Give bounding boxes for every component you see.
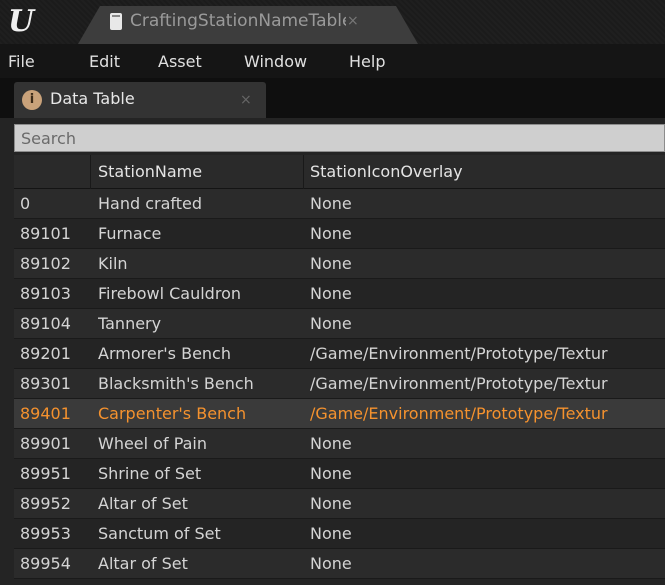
table-row[interactable]: 89954 Altar of Set None [14,549,665,579]
station-name-cell: Sanctum of Set [98,524,221,543]
station-name-cell: Altar of Set [98,554,188,573]
station-name-cell: Shrine of Set [98,464,202,483]
table-row[interactable]: 89901 Wheel of Pain None [14,429,665,459]
station-name-cell: Blacksmith's Bench [98,374,254,393]
menu-bar: File Edit Asset Window Help [0,44,665,78]
station-icon-overlay-cell: None [310,314,352,333]
tab-data-table[interactable]: i Data Table × [14,82,266,118]
station-icon-overlay-cell: None [310,194,352,213]
column-divider[interactable] [303,155,304,189]
menu-asset[interactable]: Asset [158,52,202,71]
station-icon-overlay-cell: /Game/Environment/Prototype/Textur [310,374,608,393]
table-row[interactable]: 89401 Carpenter's Bench/Game/Environment/… [14,399,665,429]
table-header: StationName StationIconOverlay [14,155,665,189]
info-icon: i [22,90,42,110]
table-row[interactable]: 89102 Kiln None [14,249,665,279]
station-icon-overlay-cell: None [310,554,352,573]
search-input[interactable] [14,124,665,152]
panel-tab-label: Data Table [50,89,135,108]
table-row[interactable]: 89951 Shrine of Set None [14,459,665,489]
panel-tab-close-icon[interactable]: × [240,92,252,108]
document-icon [110,13,122,30]
table-row[interactable]: 89952 Altar of Set None [14,489,665,519]
station-name-cell: Firebowl Cauldron [98,284,241,303]
station-name-cell: Tannery [98,314,162,333]
station-icon-overlay-cell: None [310,284,352,303]
menu-help[interactable]: Help [349,52,385,71]
data-table: StationName StationIconOverlay 0 Hand cra… [14,155,665,579]
station-name-cell: Kiln [98,254,128,273]
station-name-cell: Carpenter's Bench [98,404,247,423]
row-name-cell: 0 [20,194,31,213]
station-name-cell: Altar of Set [98,494,188,513]
row-name-cell: 89951 [20,464,71,483]
document-tab-close-icon[interactable]: × [347,13,359,29]
panel-tab-bar: i Data Table × [0,78,665,118]
table-row[interactable]: 89104 Tannery None [14,309,665,339]
column-header-station-icon-overlay[interactable]: StationIconOverlay [310,155,665,189]
row-name-cell: 89201 [20,344,71,363]
row-name-cell: 89104 [20,314,71,333]
station-icon-overlay-cell: None [310,434,352,453]
row-name-cell: 89954 [20,554,71,573]
row-name-cell: 89101 [20,224,71,243]
row-name-cell: 89301 [20,374,71,393]
column-divider[interactable] [90,155,91,189]
row-name-cell: 89401 [20,404,71,423]
station-name-cell: Armorer's Bench [98,344,231,363]
column-header-station-name[interactable]: StationName [98,155,304,189]
station-icon-overlay-cell: None [310,524,352,543]
station-icon-overlay-cell: /Game/Environment/Prototype/Textur [310,404,608,423]
menu-file[interactable]: File [8,52,35,71]
title-bar: U CraftingStationNameTable × [0,0,665,44]
document-tab-label: CraftingStationNameTable [130,11,346,31]
station-icon-overlay-cell: None [310,224,352,243]
station-icon-overlay-cell: None [310,254,352,273]
menu-window[interactable]: Window [244,52,307,71]
station-icon-overlay-cell: /Game/Environment/Prototype/Textur [310,344,608,363]
table-row[interactable]: 0 Hand crafted None [14,189,665,219]
data-table-panel: StationName StationIconOverlay 0 Hand cra… [0,118,665,585]
menu-edit[interactable]: Edit [89,52,120,71]
station-name-cell: Furnace [98,224,162,243]
row-name-cell: 89953 [20,524,71,543]
station-icon-overlay-cell: None [310,494,352,513]
row-name-cell: 89901 [20,434,71,453]
table-row[interactable]: 89953 Sanctum of Set None [14,519,665,549]
table-row[interactable]: 89103 Firebowl Cauldron None [14,279,665,309]
table-row[interactable]: 89101 Furnace None [14,219,665,249]
unreal-logo-icon[interactable]: U [8,5,42,39]
station-name-cell: Hand crafted [98,194,203,213]
table-row[interactable]: 89301 Blacksmith's Bench/Game/Environment… [14,369,665,399]
row-name-cell: 89103 [20,284,71,303]
station-name-cell: Wheel of Pain [98,434,208,453]
station-icon-overlay-cell: None [310,464,352,483]
row-name-cell: 89952 [20,494,71,513]
table-row[interactable]: 89201 Armorer's Bench/Game/Environment/Pr… [14,339,665,369]
row-name-cell: 89102 [20,254,71,273]
